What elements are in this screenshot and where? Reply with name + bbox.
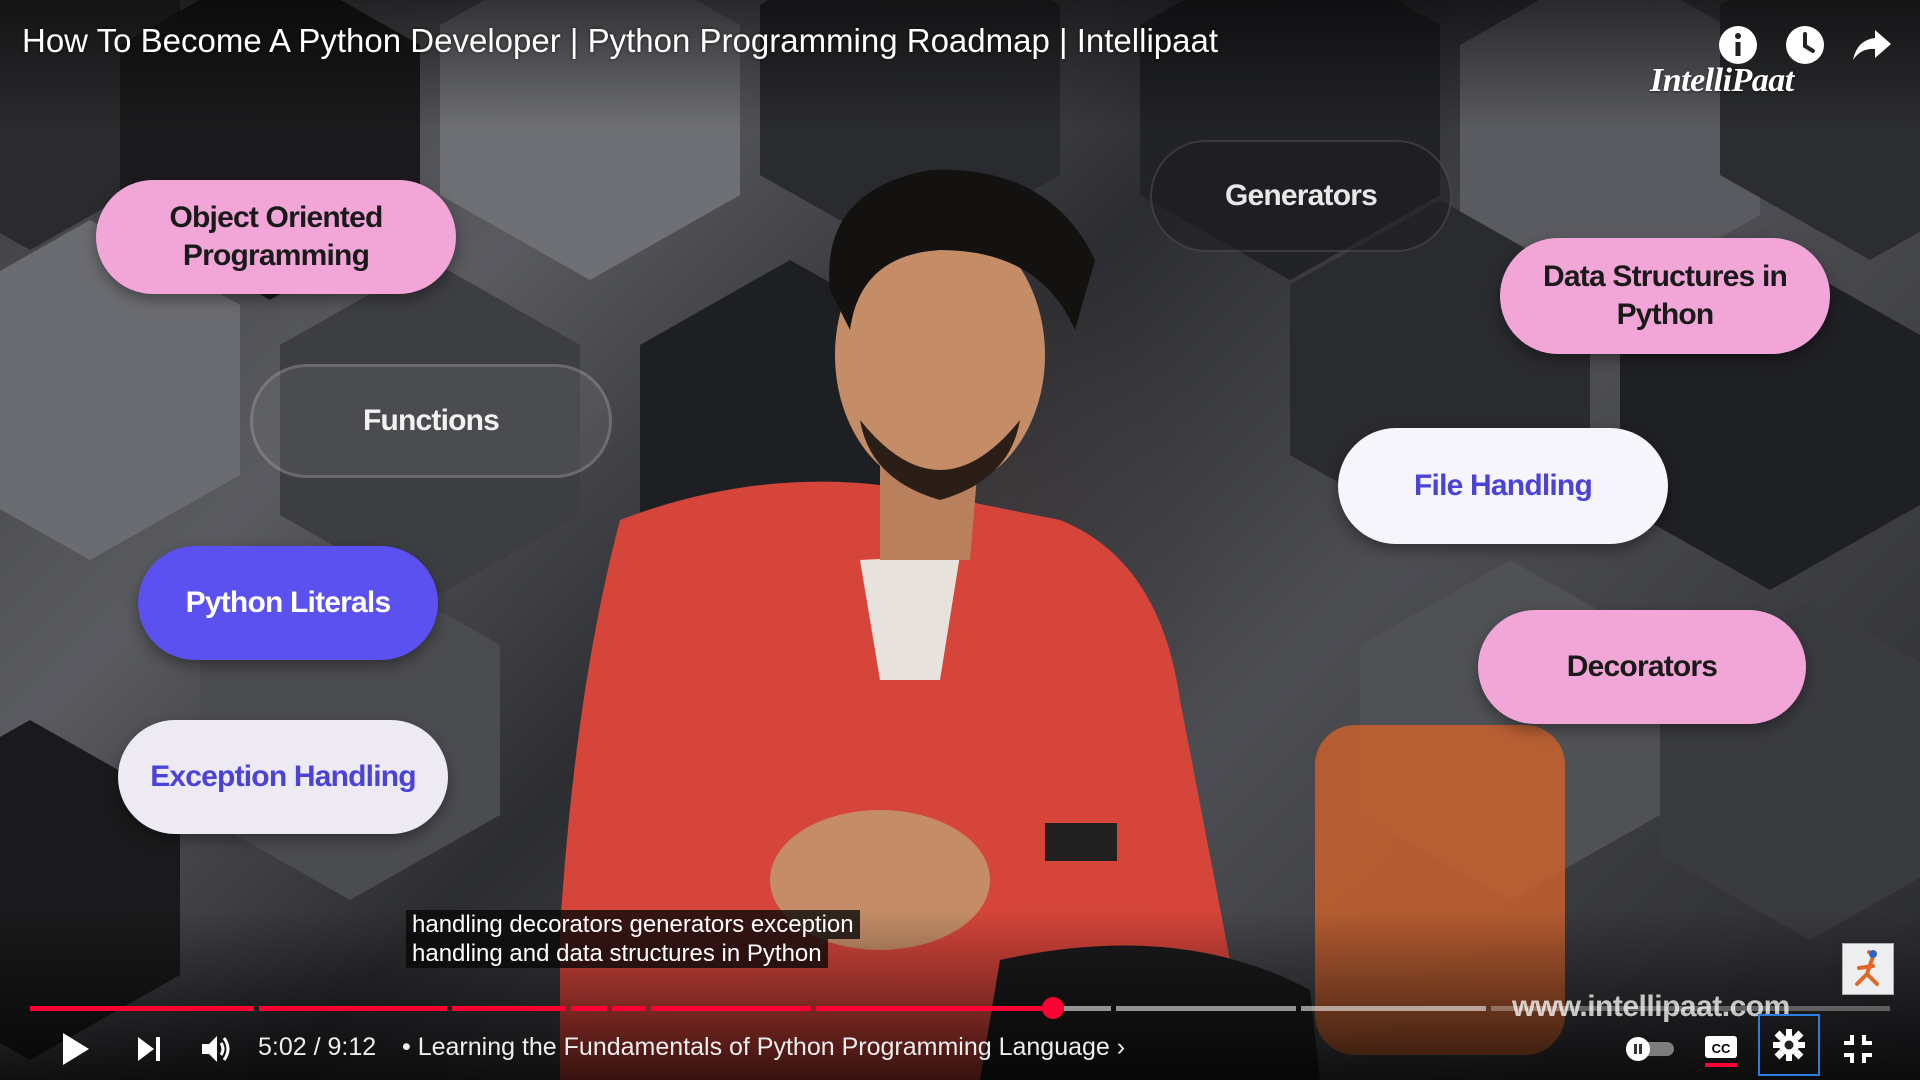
video-player[interactable]: Object Oriented Programming Generators D… — [0, 0, 1920, 1080]
pill-python-literals: Python Literals — [138, 546, 438, 660]
caption-line-1: handling decorators generators exception — [406, 910, 860, 939]
chapter-segment[interactable] — [1491, 1006, 1890, 1011]
pill-file-handling-label: File Handling — [1414, 469, 1593, 502]
channel-watermark-icon[interactable] — [1842, 943, 1894, 995]
chapter-segment[interactable] — [1301, 1006, 1486, 1011]
closed-captions-icon: CC — [1705, 1036, 1737, 1067]
pill-data-structures-line2: Python — [1616, 298, 1715, 331]
chapter-segment[interactable] — [612, 1006, 646, 1011]
pill-data-structures: Data Structures in Python — [1500, 238, 1830, 354]
top-overlay-gradient — [0, 0, 1920, 130]
progress-bar[interactable] — [30, 1006, 1890, 1011]
progress-scrubber-handle[interactable] — [1042, 997, 1064, 1019]
play-icon — [63, 1033, 89, 1065]
caption-box: handling decorators generators exception… — [406, 910, 860, 968]
exit-fullscreen-icon — [1844, 1035, 1872, 1063]
chapter-segment[interactable] — [452, 1006, 566, 1011]
exit-fullscreen-button[interactable] — [1836, 1024, 1880, 1074]
chapter-segment[interactable] — [259, 1006, 447, 1011]
play-button[interactable] — [50, 1024, 100, 1074]
autoplay-toggle-icon — [1626, 1037, 1674, 1061]
svg-text:CC: CC — [1712, 1041, 1731, 1056]
pill-oop-line2: Programming — [182, 239, 370, 272]
closed-captions-button[interactable]: CC — [1700, 1024, 1742, 1074]
pill-data-structures-line1: Data Structures in — [1543, 260, 1788, 293]
video-title[interactable]: How To Become A Python Developer | Pytho… — [22, 22, 1218, 60]
pill-functions: Functions — [250, 364, 612, 478]
next-icon — [138, 1037, 160, 1061]
pill-file-handling: File Handling — [1338, 428, 1668, 544]
pill-generators-label: Generators — [1224, 179, 1378, 212]
settings-button[interactable] — [1758, 1014, 1820, 1076]
chapter-segment[interactable] — [571, 1006, 607, 1011]
pill-object-oriented-programming: Object Oriented Programming — [96, 180, 456, 294]
share-arrow-icon[interactable] — [1849, 22, 1895, 68]
shirt-patch — [1045, 823, 1117, 861]
chapter-segment[interactable] — [816, 1006, 1111, 1011]
player-controls: 5:02 / 9:12 • Learning the Fundamentals … — [0, 1014, 1920, 1076]
pill-decorators: Decorators — [1478, 610, 1806, 724]
settings-gear-icon — [1773, 1029, 1805, 1061]
pill-exception-handling: Exception Handling — [118, 720, 448, 834]
next-video-button[interactable] — [126, 1024, 172, 1074]
autoplay-toggle[interactable] — [1622, 1024, 1678, 1074]
volume-icon — [202, 1036, 230, 1062]
pill-decorators-label: Decorators — [1566, 650, 1718, 683]
caption-line-2: handling and data structures in Python — [406, 939, 828, 968]
chapter-segment[interactable] — [1116, 1006, 1296, 1011]
time-display: 5:02 / 9:12 — [258, 1033, 377, 1061]
intellipaat-logo: IntelliPaat — [1650, 62, 1794, 99]
chapter-title-link[interactable]: • Learning the Fundamentals of Python Pr… — [402, 1033, 1125, 1062]
volume-button[interactable] — [194, 1024, 240, 1074]
pill-exception-handling-label: Exception Handling — [150, 760, 416, 793]
pill-python-literals-label: Python Literals — [185, 586, 392, 619]
chapter-segment[interactable] — [30, 1006, 254, 1011]
pill-oop-line1: Object Oriented — [169, 201, 383, 234]
chapter-segment[interactable] — [651, 1006, 811, 1011]
pill-generators: Generators — [1150, 140, 1452, 252]
pill-functions-label: Functions — [362, 404, 500, 437]
